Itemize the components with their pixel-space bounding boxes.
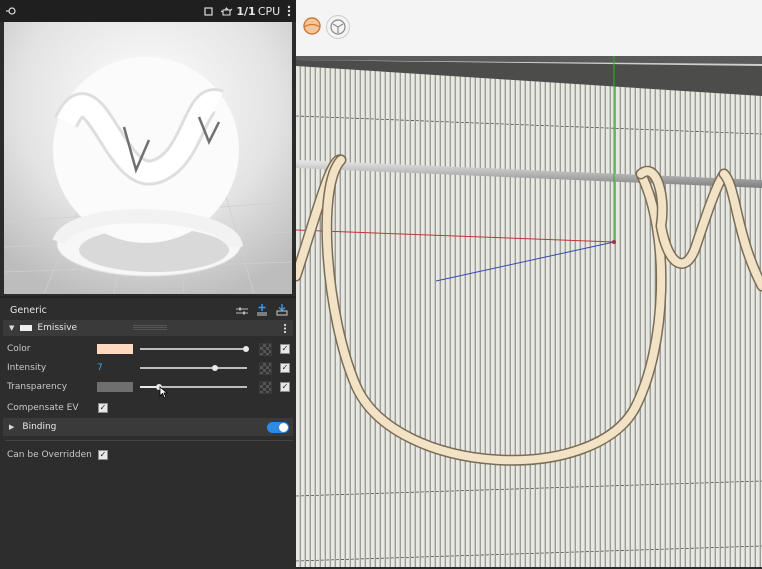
material-properties: Generic ▼ Emissive Color ✓ Intensity 7 ✓… <box>0 296 296 569</box>
pin-icon[interactable] <box>0 0 22 22</box>
binding-toggle[interactable] <box>267 421 289 433</box>
compensate-ev-label: Compensate EV <box>7 403 79 413</box>
render-ratio-label: 1/1 <box>236 4 256 18</box>
material-preview <box>4 22 292 294</box>
intensity-slider[interactable] <box>140 365 247 371</box>
color-row: Color ✓ <box>0 342 296 356</box>
color-swatch[interactable] <box>97 344 133 354</box>
sliders-icon[interactable] <box>236 301 248 320</box>
preview-toolbar: 1/1 CPU <box>0 0 296 22</box>
binding-header[interactable]: ▶ Binding <box>3 418 293 436</box>
material-editor-panel: 1/1 CPU Generic ▼ Emissive Color ✓ Inten… <box>0 0 296 569</box>
render-ratio-button[interactable]: 1/1 <box>236 0 256 22</box>
material-sphere-icon[interactable] <box>302 16 322 40</box>
scene-render <box>296 56 762 567</box>
divider <box>5 440 293 441</box>
engine-dropdown[interactable]: CPU <box>256 0 282 22</box>
section-title: Generic <box>10 304 47 316</box>
can-override-row: Can be Overridden ✓ <box>0 448 296 462</box>
transparency-row: Transparency ✓ <box>0 380 296 399</box>
drag-handle-icon[interactable] <box>133 325 168 331</box>
color-slider-knob[interactable] <box>243 346 249 352</box>
expand-triangle-icon[interactable]: ▶ <box>9 423 14 431</box>
intensity-row: Intensity 7 ✓ <box>0 361 296 375</box>
transparency-label: Transparency <box>7 382 68 392</box>
more-vertical-icon[interactable] <box>282 0 296 22</box>
engine-label: CPU <box>257 4 281 18</box>
color-label: Color <box>7 344 31 354</box>
layer-name: Emissive <box>37 323 78 333</box>
collapse-triangle-icon[interactable]: ▼ <box>9 324 14 332</box>
intensity-label: Intensity <box>7 363 47 373</box>
3d-viewport[interactable] <box>296 0 762 567</box>
layer-menu-icon[interactable] <box>283 319 287 338</box>
layer-emissive-header[interactable]: ▼ Emissive <box>3 320 293 336</box>
color-slider[interactable] <box>140 346 249 352</box>
layer-swatch <box>20 325 33 331</box>
transparency-slider[interactable] <box>140 384 247 390</box>
can-override-label: Can be Overridden <box>7 450 92 460</box>
can-override-checkbox[interactable]: ✓ <box>98 450 108 460</box>
transparency-swatch[interactable] <box>97 382 133 392</box>
transparency-texture-icon[interactable] <box>259 381 272 394</box>
intensity-texture-icon[interactable] <box>259 362 272 375</box>
color-enable-checkbox[interactable]: ✓ <box>280 344 290 354</box>
import-layer-icon[interactable] <box>276 301 288 320</box>
intensity-slider-knob[interactable] <box>212 365 218 371</box>
generic-header: Generic <box>0 302 296 318</box>
intensity-value[interactable]: 7 <box>97 363 103 373</box>
stop-icon[interactable] <box>200 0 216 22</box>
viewport-toolbar <box>296 0 762 56</box>
binding-label: Binding <box>22 422 57 432</box>
intensity-enable-checkbox[interactable]: ✓ <box>280 363 290 373</box>
teapot-icon[interactable] <box>216 0 236 22</box>
compensate-ev-checkbox[interactable]: ✓ <box>98 403 108 413</box>
compensate-ev-row: Compensate EV ✓ <box>0 401 296 415</box>
wireframe-sphere-icon[interactable] <box>326 15 350 39</box>
add-layer-icon[interactable] <box>256 301 268 320</box>
color-texture-icon[interactable] <box>259 343 272 356</box>
transparency-enable-checkbox[interactable]: ✓ <box>280 382 290 392</box>
